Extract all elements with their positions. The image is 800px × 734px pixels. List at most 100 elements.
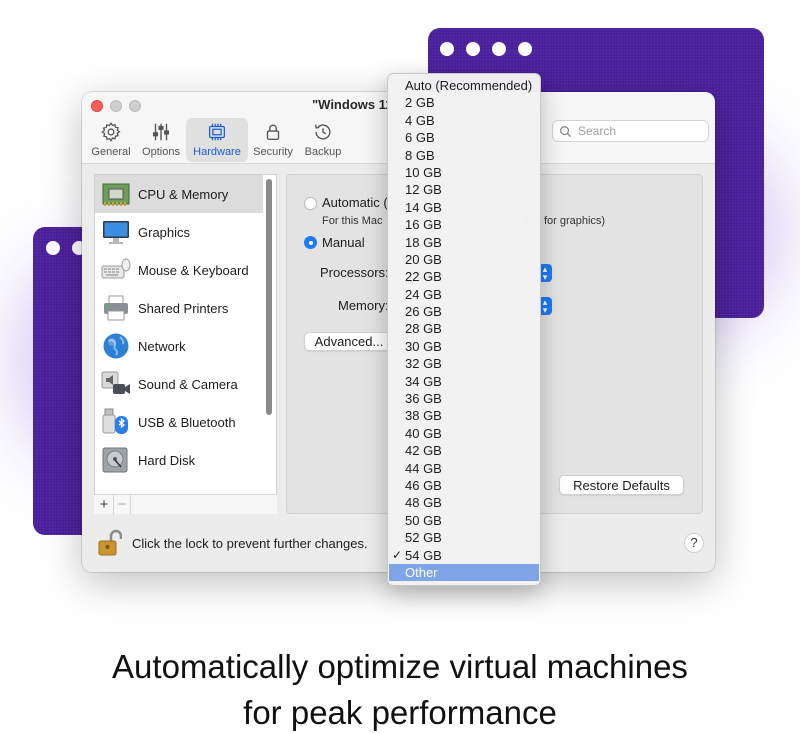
sidebar-item-label: Sound & Camera [138, 376, 238, 392]
memory-option[interactable]: 44 GB [388, 460, 540, 477]
memory-option[interactable]: 22 GB [388, 268, 540, 285]
advanced-button[interactable]: Advanced... [304, 332, 394, 351]
lock-icon [266, 124, 280, 141]
memory-option[interactable]: 48 GB [388, 494, 540, 511]
usb-bluetooth-icon [100, 407, 132, 437]
memory-option[interactable]: 18 GB [388, 234, 540, 251]
memory-option[interactable]: 4 GB [388, 112, 540, 129]
memory-option[interactable]: 20 GB [388, 251, 540, 268]
memory-option[interactable]: 38 GB [388, 407, 540, 424]
for-this-mac-text: For this Mac [322, 215, 383, 227]
manual-radio[interactable] [304, 236, 317, 249]
memory-option[interactable]: Other [389, 563, 539, 582]
zoom-button[interactable] [129, 100, 141, 112]
tab-security[interactable]: Security [248, 118, 298, 162]
memory-option[interactable]: 6 GB [388, 129, 540, 146]
lock-row: Click the lock to prevent further change… [98, 529, 368, 557]
hardware-sidebar: CPU & Memory Graphics Mouse & Keyboard S… [94, 174, 277, 514]
memory-option-label: 30 GB [405, 338, 442, 354]
tab-options[interactable]: Options [136, 118, 186, 162]
memory-option-label: 6 GB [405, 130, 435, 146]
memory-option-label: 54 GB [405, 547, 442, 563]
restore-defaults-button[interactable]: Restore Defaults [559, 475, 684, 495]
memory-option-label: 32 GB [405, 356, 442, 372]
memory-option-label: 4 GB [405, 112, 435, 128]
help-button[interactable]: ? [684, 533, 704, 553]
memory-option[interactable]: 10 GB [388, 164, 540, 181]
printer-icon [100, 293, 132, 323]
checkmark-icon: ✓ [392, 547, 403, 562]
sliders-icon [152, 123, 170, 141]
memory-option[interactable]: 28 GB [388, 320, 540, 337]
memory-option[interactable]: 50 GB [388, 512, 540, 529]
memory-option[interactable]: 36 GB [388, 390, 540, 407]
memory-dropdown-menu: Auto (Recommended) 2 GB 4 GB 6 GB 8 GB 10 GB 1… [387, 73, 541, 586]
memory-option-label: 16 GB [405, 217, 442, 233]
keyboard-icon [100, 255, 132, 285]
sidebar-item-label: Shared Printers [138, 300, 229, 316]
memory-option-label: Auto (Recommended) [405, 78, 533, 93]
memory-option[interactable]: Auto (Recommended) [388, 77, 540, 94]
memory-option[interactable]: 32 GB [388, 355, 540, 372]
memory-option-label: 34 GB [405, 373, 442, 389]
memory-option[interactable]: 42 GB [388, 442, 540, 459]
window-controls [91, 100, 141, 112]
tab-general[interactable]: General [86, 118, 136, 162]
sidebar-item-network[interactable]: Network [95, 327, 263, 365]
sidebar-item-usb-bluetooth[interactable]: USB & Bluetooth [95, 403, 263, 441]
tab-hardware[interactable]: Hardware [186, 118, 248, 162]
memory-option-label: 20 GB [405, 251, 442, 267]
automatic-radio[interactable] [304, 197, 317, 210]
memory-option[interactable]: 40 GB [388, 425, 540, 442]
memory-option[interactable]: 46 GB [388, 477, 540, 494]
memory-option-label: 42 GB [405, 443, 442, 459]
sidebar-item-label: Network [138, 338, 186, 354]
memory-option-label: 38 GB [405, 408, 442, 424]
memory-option[interactable]: 12 GB [388, 181, 540, 198]
memory-option[interactable]: 24 GB [388, 286, 540, 303]
remove-device-button[interactable]: − [113, 495, 131, 515]
memory-option-label: 26 GB [405, 304, 442, 320]
memory-option-label: 18 GB [405, 234, 442, 250]
tab-backup[interactable]: Backup [298, 118, 348, 162]
memory-option-label: 40 GB [405, 425, 442, 441]
monitor-icon [100, 217, 132, 247]
memory-option[interactable]: ✓ 54 GB [388, 547, 540, 564]
memory-option[interactable]: 30 GB [388, 338, 540, 355]
close-button[interactable] [91, 100, 103, 112]
sidebar-item-shared-printers[interactable]: Shared Printers [95, 289, 263, 327]
sidebar-item-hard-disk[interactable]: Hard Disk [95, 441, 263, 479]
sidebar-scrollbar[interactable] [266, 179, 272, 415]
memory-option[interactable]: 52 GB [388, 529, 540, 546]
tab-general-label: General [91, 146, 131, 158]
speaker-camera-icon [100, 369, 132, 399]
search-field[interactable] [552, 120, 709, 142]
memory-option[interactable]: 16 GB [388, 216, 540, 233]
headline-line-2: for peak performance [243, 694, 557, 731]
memory-option-label: 50 GB [405, 512, 442, 528]
memory-option[interactable]: 34 GB [388, 373, 540, 390]
sidebar-item-graphics[interactable]: Graphics [95, 213, 263, 251]
memory-chip-icon [100, 179, 132, 209]
search-icon [560, 125, 572, 137]
sidebar-item-sound-camera[interactable]: Sound & Camera [95, 365, 263, 403]
sidebar-item-mouse-keyboard[interactable]: Mouse & Keyboard [95, 251, 263, 289]
open-lock-icon[interactable] [98, 529, 122, 557]
memory-option-label: 14 GB [405, 199, 442, 215]
memory-option-label: 46 GB [405, 477, 442, 493]
sidebar-item-label: USB & Bluetooth [138, 414, 236, 430]
add-device-button[interactable]: + [95, 495, 113, 515]
processors-label: Processors: [320, 265, 389, 280]
sidebar-item-label: Mouse & Keyboard [138, 262, 249, 278]
sidebar-item-cpu-memory[interactable]: CPU & Memory [95, 175, 263, 213]
sidebar-footer: + − [94, 494, 277, 515]
search-input[interactable] [578, 124, 698, 138]
toolbar: General Options Hardware Security Backup [86, 118, 348, 162]
minimize-button[interactable] [110, 100, 122, 112]
memory-option[interactable]: 2 GB [388, 94, 540, 111]
memory-option-label: 12 GB [405, 182, 442, 198]
clock-arrow-icon [314, 124, 331, 140]
memory-option[interactable]: 14 GB [388, 199, 540, 216]
memory-option[interactable]: 8 GB [388, 147, 540, 164]
memory-option[interactable]: 26 GB [388, 303, 540, 320]
